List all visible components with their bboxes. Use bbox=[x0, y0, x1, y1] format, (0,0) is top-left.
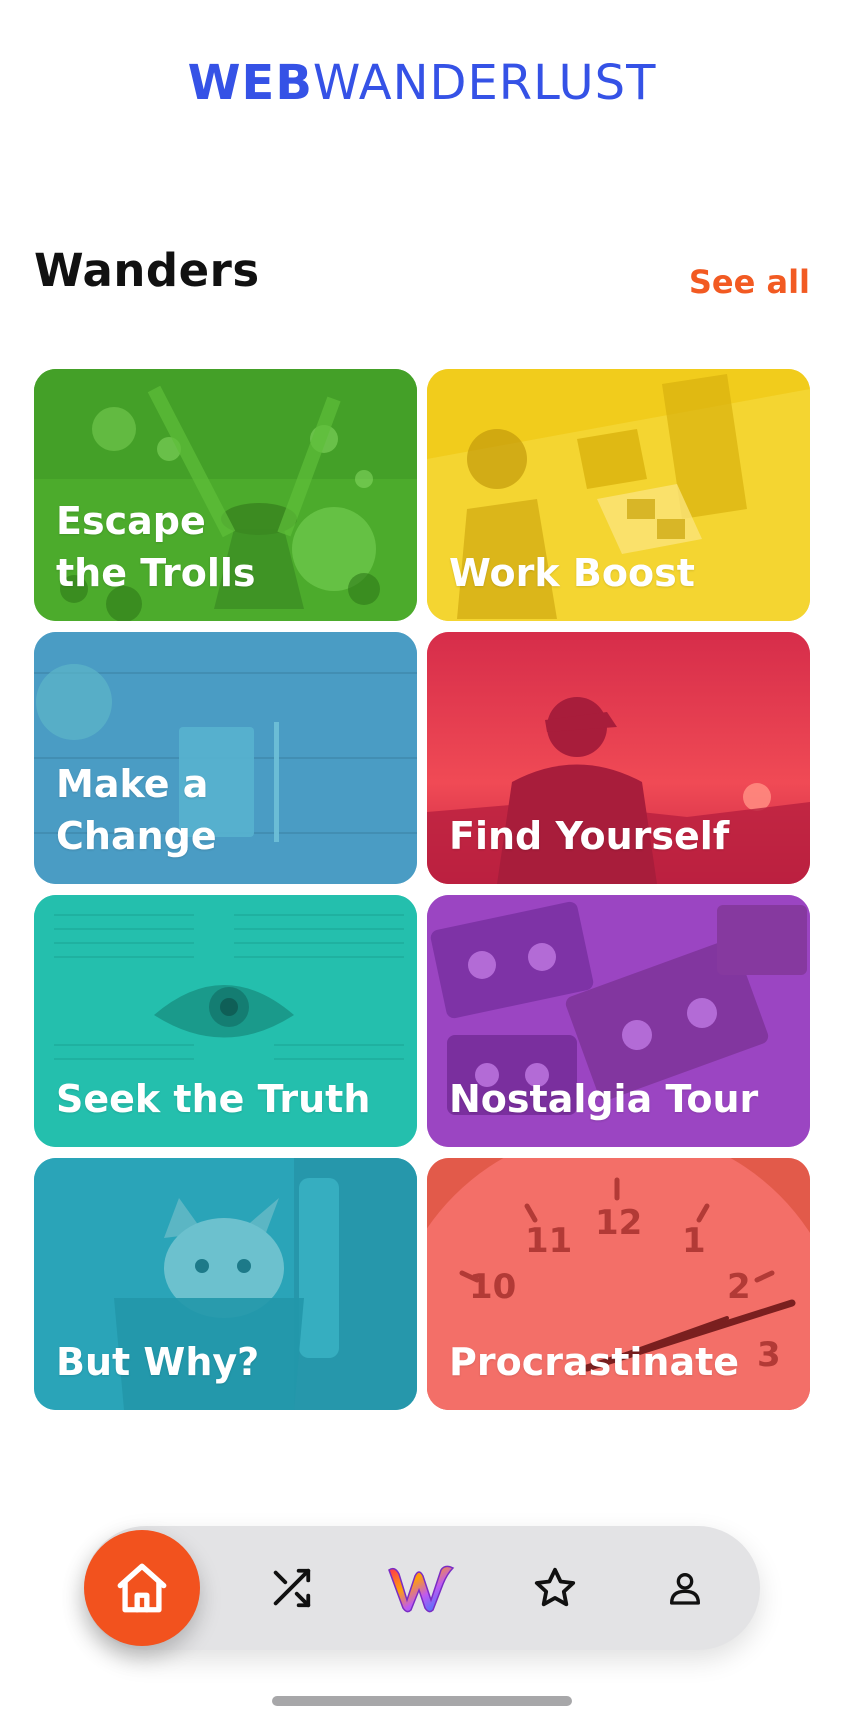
svg-text:10: 10 bbox=[469, 1267, 516, 1307]
logo-bold-text: WEB bbox=[187, 55, 313, 111]
wander-card-seek-the-truth[interactable]: Seek the Truth bbox=[34, 895, 417, 1147]
wander-card-escape-the-trolls[interactable]: Escape the Trolls bbox=[34, 369, 417, 621]
svg-text:11: 11 bbox=[525, 1221, 572, 1261]
card-label: But Why? bbox=[56, 1336, 401, 1388]
wander-card-work-boost[interactable]: Work Boost bbox=[427, 369, 810, 621]
card-label: Work Boost bbox=[449, 547, 794, 599]
favorites-button[interactable] bbox=[510, 1526, 600, 1650]
card-label-line1: Make a bbox=[56, 762, 209, 806]
card-label: Seek the Truth bbox=[56, 1073, 401, 1125]
card-label: Procrastinate bbox=[449, 1336, 794, 1388]
card-label-line1: Work Boost bbox=[449, 551, 695, 595]
card-label-line1: Procrastinate bbox=[449, 1340, 740, 1384]
wanderlust-center-button[interactable] bbox=[376, 1526, 466, 1650]
card-label-line2: the Trolls bbox=[56, 551, 256, 595]
home-indicator bbox=[272, 1696, 572, 1706]
card-label-line1: But Why? bbox=[56, 1340, 260, 1384]
card-label-line1: Find Yourself bbox=[449, 814, 730, 858]
svg-text:12: 12 bbox=[595, 1203, 642, 1243]
home-icon bbox=[117, 1563, 167, 1613]
app-logo: WEBWANDERLUST bbox=[0, 58, 844, 108]
logo-light-text: WANDERLUST bbox=[312, 55, 657, 111]
wander-card-find-yourself[interactable]: Find Yourself bbox=[427, 632, 810, 884]
profile-button[interactable] bbox=[640, 1526, 730, 1650]
wander-card-but-why[interactable]: But Why? bbox=[34, 1158, 417, 1410]
section-title: Wanders bbox=[34, 244, 260, 297]
card-label-line2: Change bbox=[56, 814, 217, 858]
shuffle-button[interactable] bbox=[246, 1526, 336, 1650]
card-label: Escape the Trolls bbox=[56, 495, 401, 599]
app-logo-icon bbox=[388, 1565, 455, 1613]
wander-card-make-a-change[interactable]: Make a Change bbox=[34, 632, 417, 884]
card-label: Make a Change bbox=[56, 758, 401, 862]
star-icon bbox=[534, 1567, 576, 1607]
card-label: Nostalgia Tour bbox=[449, 1073, 794, 1125]
see-all-link[interactable]: See all bbox=[689, 263, 810, 301]
svg-text:1: 1 bbox=[682, 1221, 706, 1261]
card-label-line1: Escape bbox=[56, 499, 206, 543]
card-label: Find Yourself bbox=[449, 810, 794, 862]
card-label-line1: Nostalgia Tour bbox=[449, 1077, 759, 1121]
wander-card-procrastinate[interactable]: 12 11 1 10 2 3 Procrastinate bbox=[427, 1158, 810, 1410]
wanders-grid: Escape the Trolls Work Boost Make a Chan… bbox=[34, 369, 810, 1410]
home-button[interactable] bbox=[84, 1530, 200, 1646]
svg-text:2: 2 bbox=[727, 1267, 751, 1307]
card-label-line1: Seek the Truth bbox=[56, 1077, 371, 1121]
shuffle-icon bbox=[273, 1568, 311, 1608]
profile-icon bbox=[670, 1573, 700, 1605]
wander-card-nostalgia-tour[interactable]: Nostalgia Tour bbox=[427, 895, 810, 1147]
